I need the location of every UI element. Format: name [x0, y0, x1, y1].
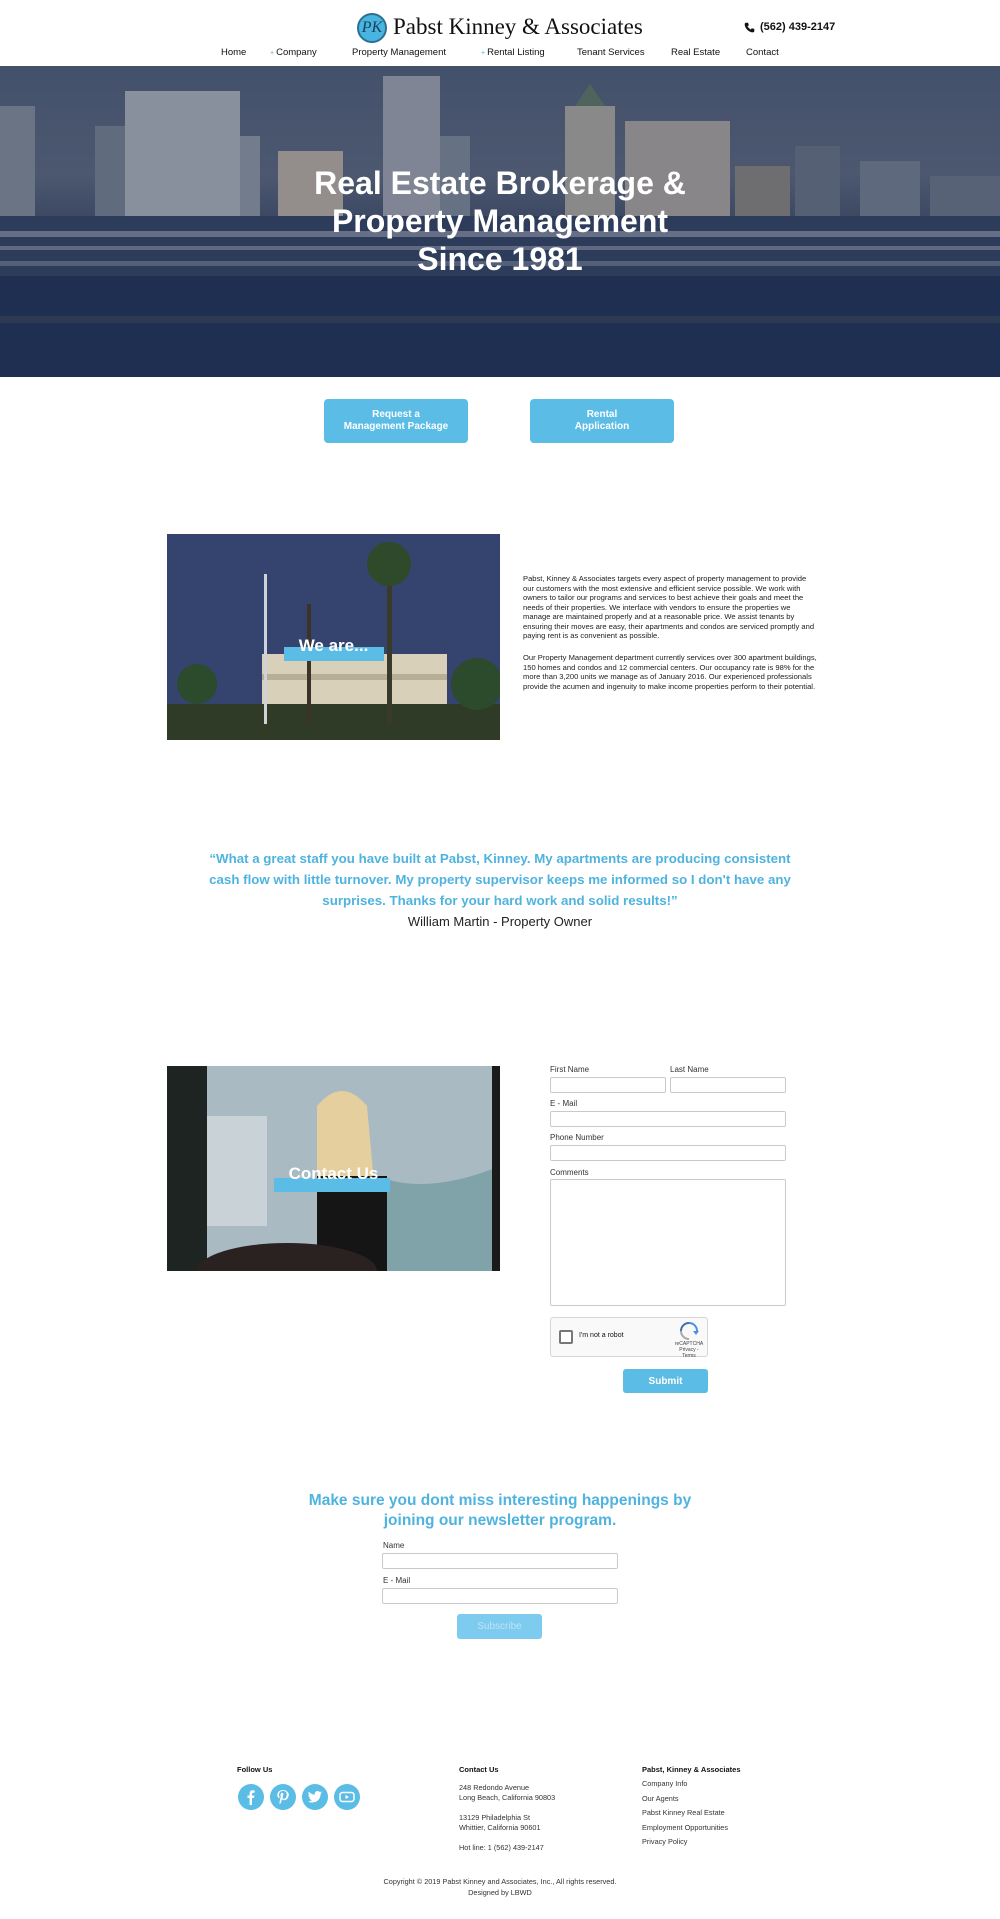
header-phone[interactable]: (562) 439-2147: [744, 21, 835, 33]
newsletter-email-input[interactable]: [382, 1588, 618, 1604]
footer-link-company-info[interactable]: Company Info: [642, 1779, 687, 1788]
nav-label: Property Management: [352, 47, 446, 58]
recaptcha-checkbox[interactable]: [559, 1330, 573, 1344]
newsletter-title: Make sure you dont miss interesting happ…: [308, 1492, 692, 1529]
footer-company-heading: Pabst, Kinney & Associates: [642, 1765, 741, 1774]
contact-us-label: Contact Us: [288, 1164, 379, 1183]
we-are-label: We are...: [298, 636, 369, 655]
nav-home[interactable]: Home: [221, 47, 246, 58]
nav-label: Real Estate: [671, 47, 721, 58]
testimonial-quote: “What a great staff you have built at Pa…: [209, 851, 791, 908]
newsletter-name-input[interactable]: [382, 1553, 618, 1569]
designed-by-link[interactable]: Designed by LBWD: [0, 1888, 1000, 1897]
recaptcha-text: I'm not a robot: [579, 1332, 624, 1339]
about-paragraph-2: Our Property Management department curre…: [523, 653, 817, 691]
email-input[interactable]: [550, 1111, 786, 1127]
footer-link-employment[interactable]: Employment Opportunities: [642, 1823, 728, 1832]
hero-title: Real Estate Brokerage & Property Managem…: [314, 165, 686, 277]
email-label: E - Mail: [550, 1099, 578, 1108]
nav-real-estate[interactable]: Real Estate: [671, 47, 720, 58]
newsletter-name-label: Name: [383, 1541, 405, 1550]
nav-label: Rental Listing: [487, 47, 545, 58]
rental-application-button[interactable]: Rental Application: [530, 399, 674, 443]
nav-label: Company: [276, 47, 317, 58]
first-name-label: First Name: [550, 1065, 590, 1074]
recaptcha-brand: reCAPTCHA Privacy - Terms: [672, 1341, 706, 1359]
footer-address-whittier: 13129 Philadelphia St Whittier, Californ…: [459, 1813, 541, 1832]
twitter-icon[interactable]: [302, 1784, 328, 1810]
hero-banner: Real Estate Brokerage & Property Managem…: [0, 66, 1000, 377]
footer-address-long-beach: 248 Redondo Avenue Long Beach, Californi…: [459, 1783, 556, 1802]
recaptcha-links[interactable]: Privacy - Terms: [672, 1347, 706, 1359]
nav-label: Tenant Services: [577, 47, 645, 58]
company-logo[interactable]: PK: [357, 13, 387, 43]
submit-button[interactable]: Submit: [623, 1369, 708, 1393]
phone-icon: [744, 22, 755, 32]
footer-link-privacy-policy[interactable]: Privacy Policy: [642, 1837, 687, 1846]
follow-us-heading: Follow Us: [237, 1765, 273, 1774]
subscribe-button[interactable]: Subscribe: [457, 1614, 542, 1639]
youtube-icon[interactable]: [334, 1784, 360, 1810]
comments-textarea[interactable]: [550, 1179, 786, 1306]
copyright-text: Copyright © 2019 Pabst Kinney and Associ…: [383, 1877, 617, 1886]
nav-property-management[interactable]: Property Management: [352, 47, 446, 58]
footer-contact-heading: Contact Us: [459, 1765, 499, 1774]
first-name-input[interactable]: [550, 1077, 666, 1093]
comments-label: Comments: [550, 1168, 589, 1177]
phone-number: (562) 439-2147: [760, 21, 836, 33]
newsletter-email-label: E - Mail: [383, 1576, 411, 1585]
phone-number-input[interactable]: [550, 1145, 786, 1161]
plus-icon: +: [481, 50, 486, 57]
we-are-image: We are...: [167, 534, 500, 740]
site-header: PK Pabst Kinney & Associates (562) 439-2…: [0, 0, 1000, 66]
phone-number-label: Phone Number: [550, 1133, 604, 1142]
facebook-icon[interactable]: [238, 1784, 264, 1810]
nav-tenant-services[interactable]: Tenant Services: [577, 47, 645, 58]
footer-link-our-agents[interactable]: Our Agents: [642, 1794, 679, 1803]
plus-icon: +: [270, 50, 275, 57]
brand-name[interactable]: Pabst Kinney & Associates: [393, 14, 643, 40]
nav-rental-listing[interactable]: + Rental Listing: [481, 47, 545, 58]
nav-company[interactable]: + Company: [270, 47, 317, 58]
pinterest-icon[interactable]: [270, 1784, 296, 1810]
contact-us-image: Contact Us: [167, 1066, 500, 1271]
testimonial-author: William Martin - Property Owner: [407, 914, 593, 929]
footer-link-real-estate[interactable]: Pabst Kinney Real Estate: [642, 1808, 725, 1817]
about-paragraph-1: Pabst, Kinney & Associates targets every…: [523, 574, 815, 640]
nav-contact[interactable]: Contact: [746, 47, 779, 58]
recaptcha-widget: I'm not a robot reCAPTCHA Privacy - Term…: [550, 1317, 708, 1359]
request-management-package-button[interactable]: Request a Management Package: [324, 399, 468, 443]
nav-label: Home: [221, 47, 247, 58]
last-name-input[interactable]: [670, 1077, 786, 1093]
footer-hotline[interactable]: Hot line: 1 (562) 439-2147: [459, 1843, 544, 1853]
nav-label: Contact: [746, 47, 779, 58]
recaptcha-icon: [680, 1322, 699, 1340]
last-name-label: Last Name: [670, 1065, 709, 1074]
